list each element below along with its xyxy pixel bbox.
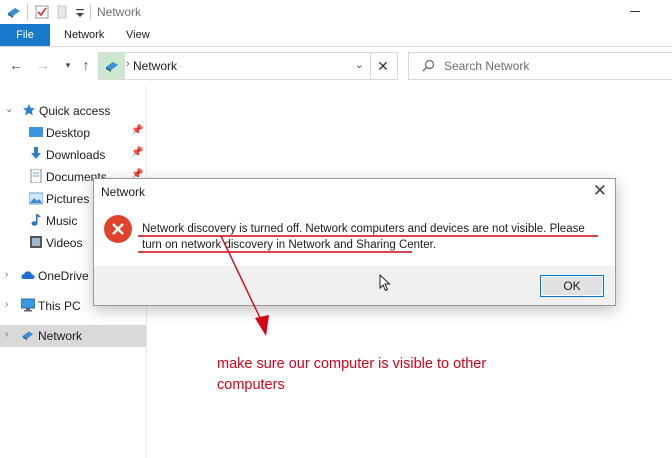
- annotation-note: make sure our computer is visible to oth…: [217, 356, 487, 393]
- annotation-arrowhead: [255, 315, 269, 336]
- annotation-arrow-line: [220, 235, 263, 323]
